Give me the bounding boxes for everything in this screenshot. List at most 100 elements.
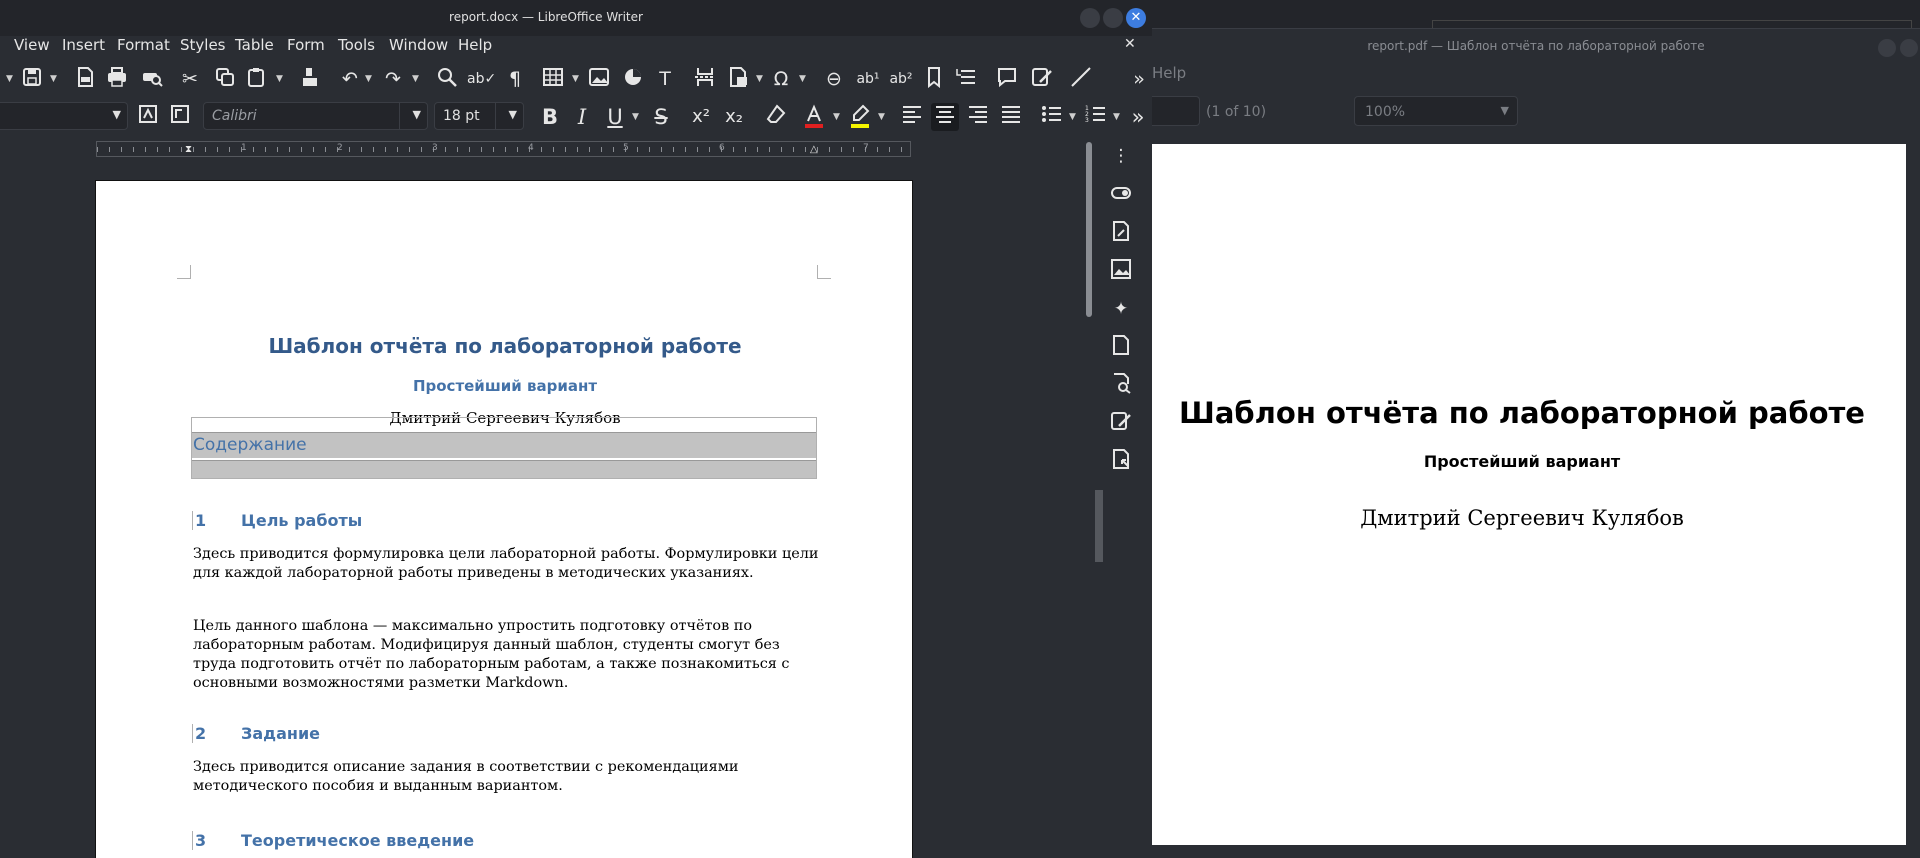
pdf-zoom-select[interactable]: 100% ▼ [1354, 96, 1518, 126]
font-color-icon[interactable] [800, 103, 828, 131]
spelling-icon[interactable]: ab✓ [467, 66, 496, 92]
close-window-button[interactable]: ✕ [1126, 8, 1146, 28]
minimize-button[interactable] [1080, 8, 1100, 28]
page-format-icon[interactable] [1108, 220, 1134, 246]
style-inspector-icon[interactable] [1108, 372, 1134, 398]
menu-form[interactable]: Form [287, 36, 325, 54]
chevron-down-icon[interactable]: ▼ [1113, 106, 1120, 128]
insert-comment-icon[interactable] [994, 66, 1020, 92]
chevron-down-icon[interactable]: ▼ [833, 106, 840, 128]
bookmark-icon[interactable] [921, 66, 947, 92]
maximize-button[interactable] [1103, 8, 1123, 28]
print-preview-icon[interactable] [139, 66, 165, 92]
update-style-icon[interactable] [134, 103, 162, 131]
highlight-color-icon[interactable] [846, 103, 874, 131]
menu-table[interactable]: Table [235, 36, 274, 54]
design-icon[interactable] [1108, 448, 1134, 474]
insert-line-icon[interactable] [1068, 66, 1094, 92]
pdf-minimize-button[interactable] [1878, 39, 1896, 57]
chevron-down-icon[interactable]: ▼ [6, 68, 13, 90]
page-icon[interactable] [1108, 334, 1134, 360]
bullet-list-icon[interactable] [1038, 103, 1066, 131]
numbered-list-icon[interactable]: 123 [1082, 103, 1110, 131]
right-indent-marker[interactable]: △ [810, 144, 818, 155]
toolbar-overflow-icon[interactable]: » [1124, 103, 1152, 131]
horizontal-ruler[interactable]: 1 2 3 4 5 6 7 ⧗ △ [96, 141, 911, 157]
insert-field-icon[interactable] [725, 66, 751, 92]
clear-formatting-icon[interactable] [762, 103, 790, 131]
align-left-icon[interactable] [898, 103, 926, 131]
italic-icon[interactable]: I [568, 103, 596, 131]
menu-help[interactable]: Help [458, 36, 492, 54]
copy-icon[interactable] [212, 66, 238, 92]
close-document-button[interactable]: ✕ [1124, 36, 1136, 52]
endnote-icon[interactable]: ab² [888, 66, 914, 92]
pdf-titlebar[interactable]: report.pdf — Шаблон отчёта по лабораторн… [1152, 28, 1920, 64]
footnote-icon[interactable]: ab¹ [855, 66, 881, 92]
document-canvas[interactable]: Шаблон отчёта по лабораторной работе Про… [0, 160, 1083, 858]
align-right-icon[interactable] [964, 103, 992, 131]
strikethrough-icon[interactable]: S [647, 103, 675, 131]
insert-text-box-icon[interactable]: T [652, 66, 678, 92]
export-pdf-icon[interactable] [72, 66, 98, 92]
paragraph-style-select[interactable]: ▼ [0, 102, 128, 130]
formatting-marks-icon[interactable]: ¶ [502, 66, 528, 92]
save-icon[interactable] [19, 66, 45, 92]
table-of-contents[interactable]: Содержание [191, 417, 817, 479]
underline-icon[interactable]: U [601, 103, 629, 131]
chevron-down-icon[interactable]: ▼ [799, 68, 806, 90]
undo-icon[interactable]: ↶ [337, 66, 363, 92]
font-size-select[interactable]: 18 pt ▼ [434, 102, 524, 130]
subscript-icon[interactable]: x₂ [720, 103, 748, 131]
insert-page-break-icon[interactable] [692, 66, 718, 92]
toolbar-overflow-icon[interactable]: » [1126, 66, 1152, 92]
gallery-icon[interactable] [1108, 258, 1134, 284]
chevron-down-icon[interactable]: ▼ [572, 68, 579, 90]
document-page[interactable]: Шаблон отчёта по лабораторной работе Про… [95, 180, 913, 858]
chevron-down-icon[interactable]: ▼ [276, 68, 283, 90]
chevron-down-icon[interactable]: ▼ [756, 68, 763, 90]
menu-styles[interactable]: Styles [180, 36, 226, 54]
new-style-icon[interactable] [166, 103, 194, 131]
insert-image-icon[interactable] [586, 66, 612, 92]
menu-insert[interactable]: Insert [62, 36, 105, 54]
paste-icon[interactable] [243, 66, 269, 92]
chevron-down-icon[interactable]: ▼ [1069, 106, 1076, 128]
menu-window[interactable]: Window [389, 36, 448, 54]
cross-reference-icon[interactable] [953, 66, 979, 92]
find-replace-icon[interactable] [434, 66, 460, 92]
justify-icon[interactable] [997, 103, 1025, 131]
chevron-down-icon[interactable]: ▼ [365, 68, 372, 90]
pdf-maximize-button[interactable] [1900, 39, 1918, 57]
redo-icon[interactable]: ↷ [380, 66, 406, 92]
chevron-down-icon[interactable]: ▼ [50, 68, 57, 90]
cut-icon[interactable]: ✂ [177, 66, 203, 92]
special-character-icon[interactable]: Ω [768, 66, 794, 92]
pdf-page-number-input[interactable] [1152, 96, 1200, 126]
chevron-down-icon[interactable]: ▼ [878, 106, 885, 128]
track-changes-icon[interactable] [1029, 66, 1055, 92]
font-name-select[interactable]: Calibri ▼ [203, 102, 428, 130]
chevron-down-icon[interactable]: ▼ [632, 106, 639, 128]
clone-formatting-icon[interactable] [297, 66, 323, 92]
sidebar-collapse-handle[interactable] [1095, 490, 1103, 562]
vertical-scrollbar[interactable] [1083, 140, 1095, 858]
insert-table-icon[interactable] [540, 66, 566, 92]
navigator-icon[interactable]: ✦ [1108, 296, 1134, 322]
menu-view[interactable]: View [14, 36, 50, 54]
print-icon[interactable] [104, 66, 130, 92]
pdf-menu-help[interactable]: Help [1152, 64, 1186, 82]
menu-tools[interactable]: Tools [338, 36, 375, 54]
writer-titlebar[interactable]: report.docx — LibreOffice Writer ✕ [0, 0, 1152, 36]
scrollbar-thumb[interactable] [1086, 142, 1092, 317]
superscript-icon[interactable]: x² [687, 103, 715, 131]
menu-format[interactable]: Format [117, 36, 170, 54]
align-center-icon[interactable] [931, 103, 959, 131]
insert-chart-icon[interactable] [620, 66, 646, 92]
hyperlink-icon[interactable]: ⊖ [821, 66, 847, 92]
bold-icon[interactable]: B [536, 103, 564, 131]
left-indent-marker[interactable]: ⧗ [185, 144, 192, 155]
manage-changes-icon[interactable] [1108, 410, 1134, 436]
sidebar-menu-icon[interactable]: ⋮ [1108, 143, 1134, 169]
chevron-down-icon[interactable]: ▼ [412, 68, 419, 90]
